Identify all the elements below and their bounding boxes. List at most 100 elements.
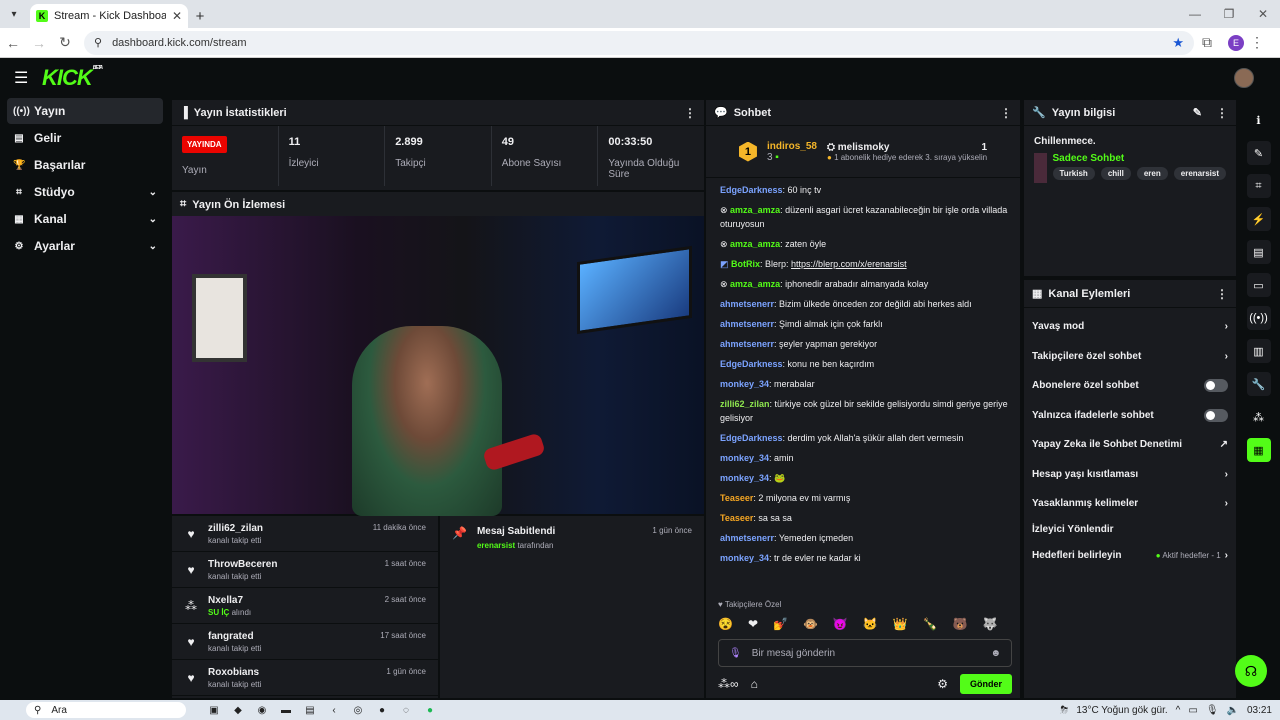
sidebar-item-basarilar[interactable]: 🏆 Başarılar <box>7 152 163 178</box>
chat-icon[interactable]: ▭ <box>1246 273 1271 297</box>
chat-username[interactable]: Teaseer <box>720 513 753 523</box>
stream-preview-video[interactable] <box>172 216 704 516</box>
send-button[interactable]: Gönder <box>959 674 1012 694</box>
slow-mode-row[interactable]: Yavaş mod › <box>1024 312 1236 342</box>
subs-only-row[interactable]: Abonelere özel sohbet <box>1024 371 1236 401</box>
browser-menu-icon[interactable]: ⋮ <box>1244 34 1270 51</box>
chat-link[interactable]: https://blerp.com/x/erenarsist <box>791 259 907 269</box>
app-icon[interactable]: ▤ <box>302 702 318 718</box>
chat-username[interactable]: ahmetsenerr <box>720 319 774 329</box>
more-icon[interactable]: ⋮ <box>1216 287 1228 301</box>
sub-leaderboard[interactable]: 1 indiros_58 3 ▪ ⛭ melismoky 1 ● 1 aboneli… <box>706 126 1020 178</box>
chat-username[interactable]: monkey_34 <box>720 553 769 563</box>
restore-icon[interactable]: ❐ <box>1212 0 1246 28</box>
chat-username[interactable]: zilli62_zilan <box>720 399 770 409</box>
sidebar-item-kanal[interactable]: ▦ Kanal ⌄ <box>7 206 163 232</box>
emote-icon[interactable]: 👑 <box>893 617 908 631</box>
reload-icon[interactable]: ↻ <box>52 34 78 51</box>
sidebar-item-ayarlar[interactable]: ⚙ Ayarlar ⌄ <box>7 233 163 259</box>
points-icon[interactable]: ⁂ <box>1247 405 1271 429</box>
chat-username[interactable]: ahmetsenerr <box>720 299 774 309</box>
emote-icon[interactable]: 🐻 <box>953 617 968 631</box>
edge-icon[interactable]: ◉ <box>254 702 270 718</box>
edit-icon[interactable]: ✎ <box>1193 106 1202 119</box>
task-view-icon[interactable]: ▣ <box>206 702 222 718</box>
edit-icon[interactable]: ✎ <box>1246 141 1271 165</box>
emote-icon[interactable]: 🐺 <box>983 617 998 631</box>
battery-icon[interactable]: ▭ <box>1188 705 1197 716</box>
preview-icon[interactable]: ⌗ <box>1246 174 1271 198</box>
app-icon[interactable]: ◌ <box>398 702 414 718</box>
emote-icon[interactable]: 😈 <box>833 617 848 631</box>
broadcast-icon[interactable]: ((•)) <box>1246 306 1271 330</box>
chat-username[interactable]: monkey_34 <box>720 473 769 483</box>
new-tab-button[interactable]: + <box>188 4 212 28</box>
followers-only-row[interactable]: Takipçilere özel sohbet › <box>1024 342 1236 372</box>
emote-icon[interactable]: 🐱 <box>863 617 878 631</box>
app-icon[interactable]: ◆ <box>230 702 246 718</box>
banned-words-row[interactable]: Yasaklanmış kelimeler › <box>1024 489 1236 519</box>
chat-username[interactable]: monkey_34 <box>720 379 769 389</box>
sidebar-item-studyo[interactable]: ⌗ Stüdyo ⌄ <box>7 179 163 205</box>
chat-username[interactable]: monkey_34 <box>720 453 769 463</box>
app-icon[interactable]: ‹ <box>326 702 342 718</box>
help-chat-icon[interactable]: ☊ <box>1235 655 1267 687</box>
more-icon[interactable]: ⋮ <box>1000 106 1012 120</box>
document-icon[interactable]: ▤ <box>1246 240 1271 264</box>
store-icon[interactable]: ⌂ <box>751 677 758 691</box>
wrench-icon[interactable]: 🔧 <box>1246 372 1271 396</box>
more-icon[interactable]: ⋮ <box>684 106 696 120</box>
subs-only-toggle[interactable] <box>1204 379 1228 393</box>
chat-username[interactable]: amza_amza <box>730 279 780 289</box>
user-avatar[interactable] <box>1234 68 1254 88</box>
extensions-icon[interactable]: ⧉ <box>1194 34 1220 51</box>
emote-icon[interactable]: 🐵 <box>803 617 818 631</box>
tab-search-icon[interactable]: ▾ <box>4 4 24 24</box>
close-tab-icon[interactable]: ✕ <box>172 9 182 23</box>
ai-moderation-row[interactable]: Yapay Zeka ile Sohbet Denetimi ↗ <box>1024 430 1236 460</box>
folder-icon[interactable]: ▬ <box>278 702 294 718</box>
menu-icon[interactable]: ☰ <box>14 68 34 88</box>
site-info-icon[interactable]: ⚲ <box>94 36 102 49</box>
chat-username[interactable]: amza_amza <box>730 239 780 249</box>
bookmark-star-icon[interactable]: ★ <box>1172 35 1184 51</box>
chat-input[interactable]: 🎙 Bir mesaj gönderin ☻ <box>718 639 1012 667</box>
chrome-icon[interactable]: ◎ <box>350 702 366 718</box>
clapper-icon[interactable]: ▦ <box>1246 438 1271 462</box>
tray-chevron-icon[interactable]: ^ <box>1176 705 1181 716</box>
emote-only-row[interactable]: Yalnızca ifadelerle sohbet <box>1024 401 1236 431</box>
profile-avatar[interactable]: E <box>1228 34 1244 51</box>
chat-username[interactable]: ahmetsenerr <box>720 339 774 349</box>
chat-username[interactable]: BotRix <box>731 259 760 269</box>
emote-icon[interactable]: 💅 <box>773 617 788 631</box>
info-icon[interactable]: ℹ <box>1247 108 1271 132</box>
emote-only-toggle[interactable] <box>1204 408 1228 422</box>
chat-username[interactable]: EdgeDarkness <box>720 185 783 195</box>
sidebar-item-yayin[interactable]: ((•)) Yayın <box>7 98 163 124</box>
layout-icon[interactable]: ▥ <box>1246 339 1271 363</box>
close-window-icon[interactable]: ✕ <box>1246 0 1280 28</box>
points-icon[interactable]: ⁂∞ <box>718 677 739 691</box>
chat-settings-icon[interactable]: ⚙ <box>937 677 948 691</box>
volume-icon[interactable]: 🔈 <box>1227 705 1239 716</box>
emoji-icon[interactable]: ☻ <box>990 648 1001 659</box>
emote-icon[interactable]: ❤ <box>748 617 758 631</box>
sidebar-item-gelir[interactable]: ▤ Gelir <box>7 125 163 151</box>
chat-username[interactable]: EdgeDarkness <box>720 359 783 369</box>
mic-icon[interactable]: 🎙 <box>1206 705 1219 716</box>
taskbar-search[interactable]: ⚲ Ara <box>26 702 186 718</box>
more-icon[interactable]: ⋮ <box>1216 106 1228 120</box>
chat-username[interactable]: ahmetsenerr <box>720 533 774 543</box>
kick-logo[interactable]: KICKBETA <box>42 65 103 91</box>
minimize-icon[interactable]: — <box>1178 0 1212 28</box>
emote-icon[interactable]: 🍾 <box>923 617 938 631</box>
url-field[interactable]: ⚲ dashboard.kick.com/stream ★ <box>84 30 1194 55</box>
lightning-icon[interactable]: ⚡ <box>1246 207 1271 231</box>
spotify-icon[interactable]: ● <box>422 702 438 718</box>
app-icon[interactable]: ● <box>374 702 390 718</box>
account-age-row[interactable]: Hesap yaşı kısıtlaması › <box>1024 460 1236 490</box>
forward-icon[interactable]: → <box>26 35 52 51</box>
chat-username[interactable]: EdgeDarkness <box>720 433 783 443</box>
chat-username[interactable]: amza_amza <box>730 205 780 215</box>
redirect-row[interactable]: İzleyici Yönlendir <box>1024 519 1236 541</box>
